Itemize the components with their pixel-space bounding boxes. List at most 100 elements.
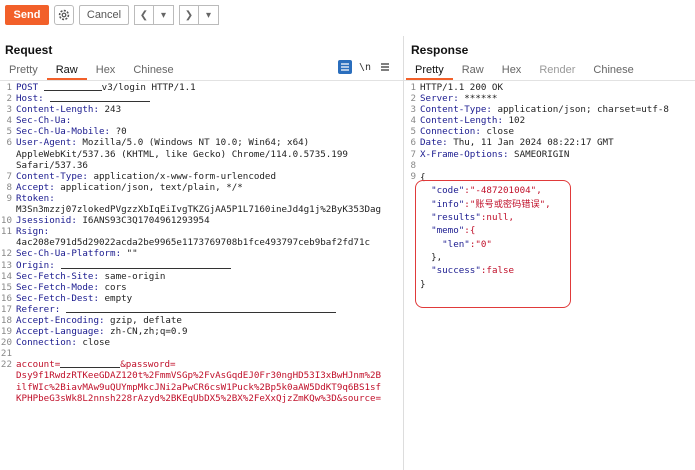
line-number: 8 — [6, 181, 12, 193]
request-line: Sec-Fetch-Dest: empty — [16, 293, 381, 304]
request-line: Rtoken: — [16, 193, 381, 204]
response-line — [420, 160, 669, 171]
tab-hex[interactable]: Hex — [87, 62, 125, 80]
redacted-value — [49, 93, 150, 103]
menu-button[interactable] — [378, 60, 392, 74]
line-number — [0, 370, 12, 381]
response-line: Date: Thu, 11 Jan 2024 08:22:17 GMT — [420, 137, 669, 148]
line-number — [0, 393, 12, 404]
header-name: Accept-Encoding: — [16, 314, 105, 326]
line-number: 22 — [0, 359, 12, 371]
header-value: AppleWebKit/537.36 (KHTML, like Gecko) C… — [16, 148, 348, 160]
header-name: Origin: — [16, 259, 55, 271]
request-tab-rule — [0, 80, 403, 81]
line-number: 1 — [6, 82, 12, 93]
line-number — [0, 149, 12, 160]
header-value: gzip, deflate — [104, 314, 182, 326]
line-number: 3 — [6, 104, 12, 116]
back-button[interactable]: ❮ — [134, 5, 154, 25]
header-name: Accept: — [16, 181, 55, 193]
header-value: ****** — [458, 93, 498, 105]
line-number: 15 — [0, 281, 12, 293]
forward-dropdown-button[interactable]: ▾ — [199, 5, 219, 25]
line-number: 14 — [0, 270, 12, 282]
header-name: Accept-Language: — [16, 326, 105, 338]
json-highlight-box — [415, 180, 571, 308]
line-number: 4 — [6, 115, 12, 127]
tab-chinese[interactable]: Chinese — [584, 62, 642, 80]
tab-hex[interactable]: Hex — [493, 62, 531, 80]
menu-icon — [381, 63, 389, 71]
body-param: account= — [16, 359, 61, 371]
header-value: v3/login HTTP/1.1 — [101, 82, 196, 93]
tab-render[interactable]: Render — [530, 62, 584, 80]
header-name: Content-Length: — [420, 115, 503, 127]
newline-button[interactable]: \n — [358, 60, 372, 74]
line-number: 21 — [0, 348, 12, 360]
line-number — [0, 237, 12, 248]
request-line-numbers: 1 2 3 4 5 6 7 8 9 10 11 12 13 14 15 16 17 18 19 20 21 22 — [0, 82, 12, 404]
body-value: KPHPbeG3sWk8L2nnsh228rAzyd%2BKEqUbDX5%2B… — [16, 392, 382, 404]
header-name: Sec-Fetch-Dest: — [16, 292, 99, 304]
header-name: Host: — [16, 93, 44, 105]
header-value: M3Sn3mzzj07zlokedPVgzzXbIqEiIvgTKZGjAA5P… — [16, 204, 382, 216]
wrap-lines-button[interactable] — [338, 60, 352, 74]
header-name: Referer: — [16, 303, 61, 315]
forward-button[interactable]: ❯ — [179, 5, 199, 25]
cancel-button[interactable]: Cancel — [79, 5, 129, 25]
request-line: Sec-Fetch-Site: same-origin — [16, 271, 381, 282]
header-value: empty — [98, 292, 133, 304]
response-title: Response — [411, 43, 469, 57]
request-line: Referer: — [16, 304, 381, 315]
request-line: Connection: close — [16, 337, 381, 348]
line-number: 2 — [6, 93, 12, 105]
line-number: 7 — [6, 170, 12, 182]
line-number: 3 — [410, 104, 416, 116]
back-dropdown-button[interactable]: ▾ — [154, 5, 174, 25]
back-dropdown-icon: ▾ — [160, 9, 167, 21]
header-value: ?0 — [110, 126, 127, 138]
settings-button[interactable] — [54, 5, 74, 25]
redacted-value — [66, 304, 337, 313]
response-line: Server: ****** — [420, 93, 669, 104]
response-tabs: Pretty Raw Hex Render Chinese — [406, 62, 643, 80]
tab-chinese[interactable]: Chinese — [124, 62, 182, 80]
line-number: 17 — [0, 303, 12, 315]
header-name: Jsessionid: — [16, 215, 77, 227]
tab-pretty[interactable]: Pretty — [0, 62, 47, 80]
header-name: Rsign: — [16, 226, 50, 238]
request-line: 4ac208e791d5d29022acda2be9965e1173769708… — [16, 237, 381, 248]
header-value: close — [76, 337, 111, 349]
request-editor[interactable]: 1 2 3 4 5 6 7 8 9 10 11 12 13 14 15 16 17 18 19 20 21 22 POST… — [0, 82, 400, 470]
line-number: 7 — [410, 148, 416, 160]
body-value: Dsy9f1RwdzRTKeeGDAZ120t%2FmmVSGp%2FvAsGq… — [16, 370, 382, 382]
send-button[interactable]: Send — [5, 5, 49, 25]
line-number: 19 — [0, 326, 12, 338]
response-line-numbers: 123456789 — [404, 82, 416, 182]
request-line: Accept: application/json, text/plain, */… — [16, 182, 381, 193]
request-line: Dsy9f1RwdzRTKeeGDAZ120t%2FmmVSGp%2FvAsGq… — [16, 370, 381, 381]
response-line: Content-Length: 102 — [420, 115, 669, 126]
header-name: Date: — [420, 137, 448, 149]
line-number: 16 — [0, 292, 12, 304]
header-name: User-Agent: — [16, 137, 77, 149]
tab-raw[interactable]: Raw — [453, 62, 493, 80]
line-number: 12 — [0, 248, 12, 260]
tab-raw[interactable]: Raw — [46, 62, 87, 80]
body-value: ilfWIc%2BiavMAw9uQUYmpMkcJNi2aPwCR6csW1P… — [16, 381, 382, 393]
header-name: Connection: — [16, 337, 77, 349]
request-line: Rsign: — [16, 226, 381, 237]
header-value: "" — [121, 248, 138, 260]
line-number: 6 — [6, 137, 12, 149]
response-line: Connection: close — [420, 126, 669, 137]
request-line: Accept-Encoding: gzip, deflate — [16, 315, 381, 326]
line-number: 6 — [410, 137, 416, 149]
tab-pretty[interactable]: Pretty — [406, 62, 453, 80]
line-number: 20 — [0, 337, 12, 349]
line-number — [0, 382, 12, 393]
header-name: Server: — [420, 93, 459, 105]
wrap-lines-icon — [341, 63, 349, 71]
line-number: 1 — [410, 82, 416, 93]
header-value: 243 — [98, 104, 122, 116]
request-view-options: \n — [338, 60, 392, 74]
